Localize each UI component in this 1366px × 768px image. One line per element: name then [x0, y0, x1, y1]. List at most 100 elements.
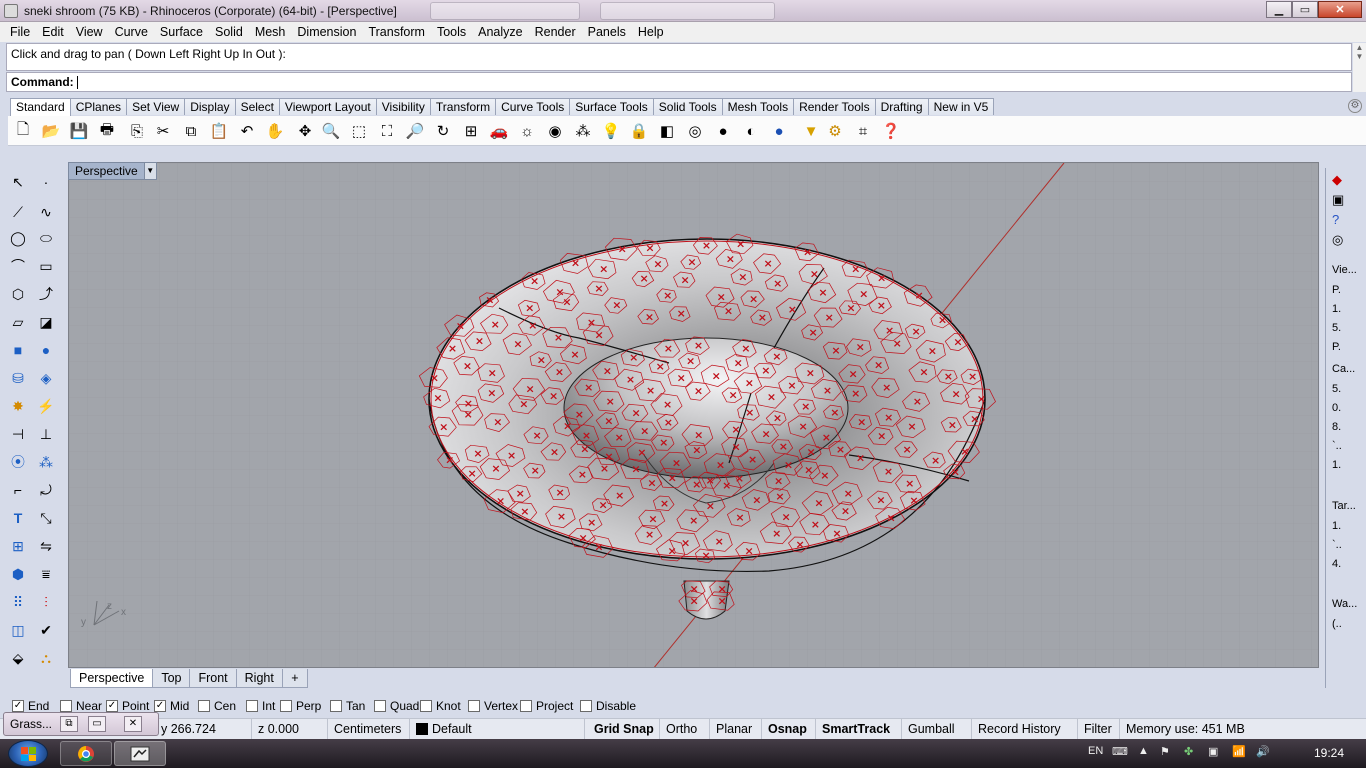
point-marker[interactable]: × — [464, 408, 473, 421]
menu-transform[interactable]: Transform — [362, 25, 431, 39]
point-marker[interactable]: × — [615, 489, 624, 502]
tab-viewport-layout[interactable]: Viewport Layout — [278, 98, 377, 115]
record-history-toggle[interactable]: Record History — [972, 719, 1078, 739]
point-marker[interactable]: × — [887, 512, 896, 525]
align-icon[interactable]: ⫶ — [34, 590, 58, 614]
grid-snap-toggle[interactable]: Grid Snap — [588, 719, 660, 739]
point-marker[interactable]: × — [519, 398, 528, 411]
maximize-icon[interactable]: ▭ — [88, 716, 106, 732]
toolbar-options-gear-icon[interactable]: ⚙ — [1348, 99, 1362, 113]
menu-panels[interactable]: Panels — [582, 25, 632, 39]
point-marker[interactable]: × — [846, 301, 855, 314]
point-marker[interactable]: × — [702, 239, 711, 252]
settings-icon[interactable]: ⚙ — [824, 120, 846, 142]
point-marker[interactable]: × — [433, 392, 442, 405]
point-marker[interactable]: × — [928, 345, 937, 358]
point-marker[interactable]: × — [831, 344, 840, 357]
point-marker[interactable]: × — [944, 370, 953, 383]
point-marker[interactable]: × — [706, 499, 715, 512]
point-marker[interactable]: × — [667, 544, 676, 557]
network-icon[interactable]: 📶 — [1232, 745, 1246, 758]
point-marker[interactable]: × — [859, 288, 868, 301]
tab-render-tools[interactable]: Render Tools — [793, 98, 876, 115]
point-marker[interactable]: × — [775, 490, 784, 503]
ellipse-icon[interactable]: ⬭ — [34, 226, 58, 250]
point-marker[interactable]: × — [702, 549, 711, 562]
osnap-checkbox[interactable] — [60, 700, 72, 712]
point-marker[interactable]: × — [856, 340, 865, 353]
tab-set-view[interactable]: Set View — [126, 98, 186, 115]
polygon-icon[interactable]: ⬡ — [6, 282, 30, 306]
point-display-icon[interactable]: ◉ — [544, 120, 566, 142]
menu-file[interactable]: File — [4, 25, 36, 39]
point-marker[interactable]: × — [970, 412, 979, 425]
point-marker[interactable]: × — [556, 486, 565, 499]
point-marker[interactable]: × — [788, 303, 797, 316]
point-marker[interactable]: × — [822, 431, 831, 444]
point-marker[interactable]: × — [555, 366, 564, 379]
panel-row[interactable]: 1. — [1332, 303, 1341, 315]
point-marker[interactable]: × — [749, 292, 758, 305]
point-marker[interactable]: × — [464, 397, 473, 410]
point-marker[interactable]: × — [530, 274, 539, 287]
point-marker[interactable]: × — [531, 464, 540, 477]
point-marker[interactable]: × — [717, 290, 726, 303]
point-marker[interactable]: × — [951, 465, 960, 478]
point-marker[interactable]: × — [677, 307, 686, 320]
import-icon[interactable]: ⎘ — [126, 120, 148, 142]
point-marker[interactable]: × — [653, 258, 662, 271]
point-marker[interactable]: × — [475, 335, 484, 348]
point-marker[interactable]: × — [807, 446, 816, 459]
offset-icon[interactable]: ⤾ — [34, 478, 58, 502]
point-marker[interactable]: × — [844, 487, 853, 500]
viewport-canvas[interactable]: × × × × × × × × × × × × × × × × × × × × × × × × × × × × × × × × × × × × × × × ×… — [69, 163, 1319, 668]
point-marker[interactable]: × — [664, 342, 673, 355]
point-marker[interactable]: × — [907, 420, 916, 433]
osnap-point[interactable]: ✓ Point — [106, 699, 149, 713]
point-marker[interactable]: × — [664, 416, 673, 429]
select-icon[interactable]: ↖ — [6, 170, 30, 194]
point-marker[interactable]: × — [914, 289, 923, 302]
print-icon[interactable]: 🖶 — [96, 120, 118, 142]
point-marker[interactable]: × — [718, 595, 727, 608]
render-icon[interactable]: ⬙ — [6, 646, 30, 670]
point-marker[interactable]: × — [582, 429, 591, 442]
point-marker[interactable]: × — [485, 294, 494, 307]
point-marker[interactable]: × — [736, 238, 745, 251]
point-marker[interactable]: × — [463, 359, 472, 372]
point-marker[interactable]: × — [606, 395, 615, 408]
point-marker[interactable]: × — [677, 372, 686, 385]
point-marker[interactable]: × — [690, 595, 699, 608]
point-marker[interactable]: × — [488, 367, 497, 380]
osnap-checkbox[interactable] — [374, 700, 386, 712]
grid-icon[interactable]: ⠿ — [6, 590, 30, 614]
point-marker[interactable]: × — [712, 369, 721, 382]
close-icon[interactable]: ✕ — [124, 716, 142, 732]
point-marker[interactable]: × — [580, 443, 589, 456]
project-icon[interactable]: ⩸ — [34, 562, 58, 586]
point-marker[interactable]: × — [571, 256, 580, 269]
point-marker[interactable]: × — [874, 359, 883, 372]
point-marker[interactable]: × — [694, 339, 703, 352]
move-icon[interactable]: ⬢ — [6, 562, 30, 586]
grasshopper-minimized-window[interactable]: Grass... ⧉ ▭ ✕ — [3, 712, 159, 736]
point-marker[interactable]: × — [818, 286, 827, 299]
point-marker[interactable]: × — [604, 415, 613, 428]
point-marker[interactable]: × — [905, 477, 914, 490]
gumball-toggle[interactable]: Gumball — [902, 719, 972, 739]
start-button[interactable] — [8, 740, 48, 767]
point-marker[interactable]: × — [491, 462, 500, 475]
point-marker[interactable]: × — [640, 424, 649, 437]
grip-icon[interactable]: ⁂ — [572, 120, 594, 142]
point-marker[interactable]: × — [645, 310, 654, 323]
point-marker[interactable]: × — [549, 390, 558, 403]
point-marker[interactable]: × — [648, 512, 657, 525]
paint-icon[interactable]: ⛬ — [34, 646, 58, 670]
osnap-checkbox[interactable] — [330, 700, 342, 712]
point-marker[interactable]: × — [603, 364, 612, 377]
point-marker[interactable]: × — [851, 387, 860, 400]
point-marker[interactable]: × — [745, 376, 754, 389]
point-marker[interactable]: × — [587, 516, 596, 529]
point-marker[interactable]: × — [663, 289, 672, 302]
point-marker[interactable]: × — [473, 447, 482, 460]
